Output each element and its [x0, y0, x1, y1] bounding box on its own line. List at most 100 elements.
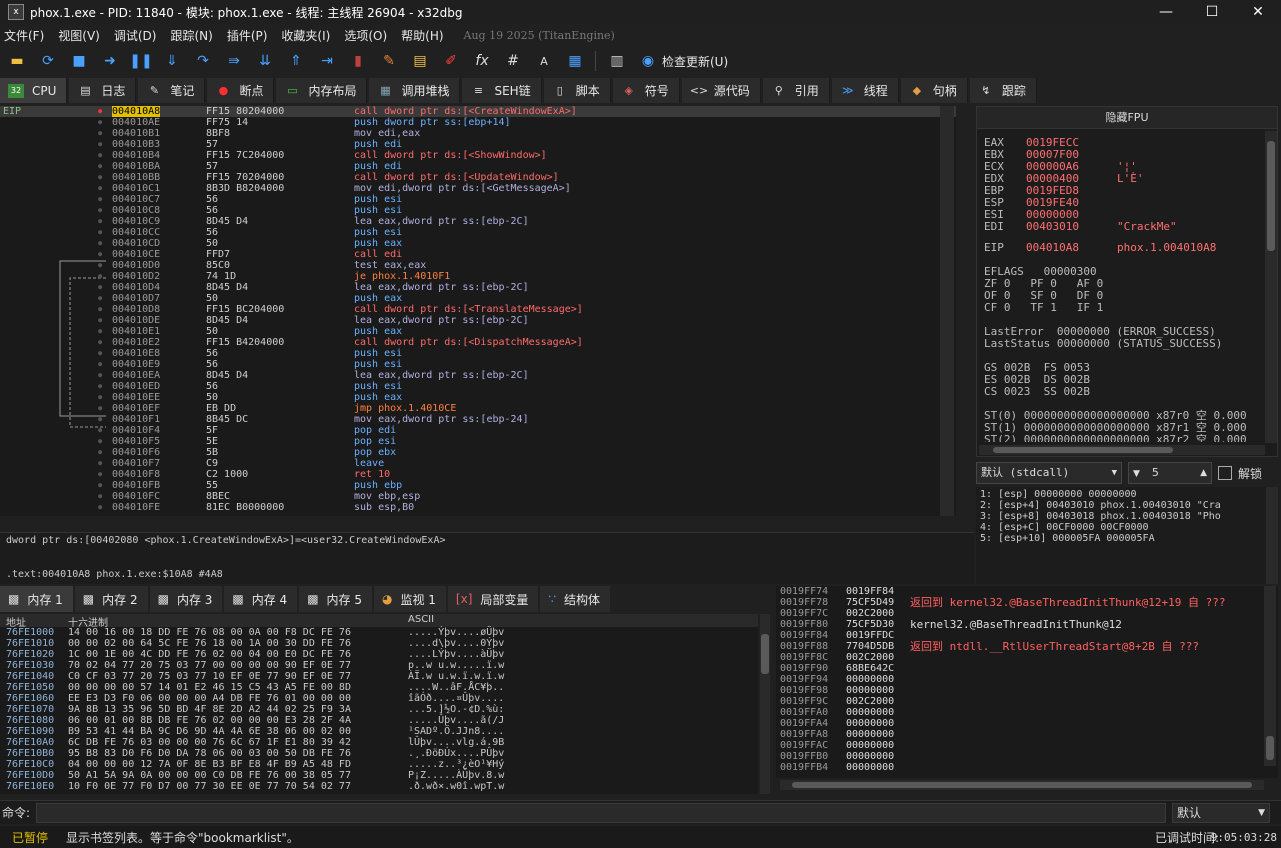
dump-row[interactable]: 76FE10D0 50 A1 5A 9A 0A 00 00 00 C0 DB FE…: [0, 770, 758, 781]
breakpoint-dot-icon[interactable]: ●: [98, 491, 102, 502]
disasm-row[interactable]: ● 004010AE FF75 14 push dword ptr ss:[ebp+1…: [0, 117, 956, 128]
stack-row[interactable]: 0019FF8C 002C2000: [776, 652, 1278, 663]
font-icon[interactable]: A: [533, 50, 555, 72]
breakpoint-dot-icon[interactable]: ●: [98, 183, 102, 194]
run-to-user-code-icon[interactable]: ⇥: [316, 50, 338, 72]
menu-view[interactable]: 视图(V): [58, 27, 100, 44]
maximize-button[interactable]: ☐: [1189, 0, 1235, 24]
menu-debug[interactable]: 调试(D): [114, 27, 157, 44]
dump-row[interactable]: 76FE1040 C0 CF 03 77 20 75 03 77 10 EF 0E…: [0, 671, 758, 682]
dump-row[interactable]: 76FE1030 70 02 04 77 20 75 03 77 00 00 00…: [0, 660, 758, 671]
disasm-row[interactable]: ● 004010B3 57 push edi: [0, 139, 956, 150]
breakpoint-dot-icon[interactable]: ●: [98, 216, 102, 227]
stack-arg-row[interactable]: 2: [esp+4] 00403010 phox.1.00403010 "Cra: [976, 500, 1278, 511]
arg-count-spinner[interactable]: ▼ 5 ▲: [1128, 462, 1212, 484]
breakpoint-dot-icon[interactable]: ●: [98, 403, 102, 414]
disasm-row[interactable]: ● 004010A8 FF15 80204000 call dword ptr ds:…: [0, 106, 956, 117]
breakpoint-dot-icon[interactable]: ●: [98, 502, 102, 513]
breakpoint-dot-icon[interactable]: ●: [98, 348, 102, 359]
dump-row[interactable]: 76FE1080 06 00 01 00 8B DB FE 76 02 00 00…: [0, 715, 758, 726]
disasm-row[interactable]: ● 004010BB FF15 70204000 call dword ptr ds:…: [0, 172, 956, 183]
dump-row[interactable]: 76FE10A0 6C DB FE 76 03 00 00 00 76 6C 67…: [0, 737, 758, 748]
disasm-row[interactable]: ● 004010F1 8B45 DC mov eax,dword ptr ss:[eb…: [0, 414, 956, 425]
disasm-row[interactable]: ● 004010C1 8B3D B8204000 mov edi,dword ptr …: [0, 183, 956, 194]
segment-row-3[interactable]: CS 0023 SS 002B: [984, 386, 1090, 398]
close-button[interactable]: ✕: [1235, 0, 1281, 24]
unlock-checkbox[interactable]: [1218, 466, 1232, 480]
menu-favourites[interactable]: 收藏夹(I): [281, 27, 330, 44]
dump-row[interactable]: 76FE1020 1C 00 1E 00 4C DD FE 76 02 00 04…: [0, 649, 758, 660]
breakpoint-dot-icon[interactable]: ●: [98, 128, 102, 139]
calculator-icon[interactable]: ▦: [564, 50, 586, 72]
tab-watch-1[interactable]: ◕ 监视 1: [373, 586, 446, 612]
disasm-row[interactable]: ● 004010FE 81EC B0000000 sub esp,B0: [0, 502, 956, 513]
dump-row[interactable]: 76FE10B0 95 B8 83 D0 F6 D0 DA 78 06 00 03…: [0, 748, 758, 759]
breakpoint-dot-icon[interactable]: ●: [98, 249, 102, 260]
stack-row[interactable]: 0019FF88 7704D5DB 返回到 ntdll.__RtlUserThrea…: [776, 641, 1278, 652]
tab-struct[interactable]: ∵ 结构体: [540, 586, 611, 612]
stack-arg-row[interactable]: 5: [esp+10] 000005FA 000005FA: [976, 533, 1278, 544]
tab-trace[interactable]: ↯ 跟踪: [969, 78, 1037, 103]
stack-row[interactable]: 0019FF78 75CF5D49 返回到 kernel32.@BaseThread…: [776, 597, 1278, 608]
breakpoint-dot-icon[interactable]: ●: [98, 458, 102, 469]
breakpoint-dot-icon[interactable]: ●: [98, 425, 102, 436]
function-icon[interactable]: fx: [471, 50, 493, 72]
stack-row[interactable]: 0019FF94 00000000: [776, 674, 1278, 685]
menu-help[interactable]: 帮助(H): [401, 27, 443, 44]
disasm-row[interactable]: ● 004010CC 56 push esi: [0, 227, 956, 238]
script-icon[interactable]: ▮: [347, 50, 369, 72]
disasm-row[interactable]: ● 004010D7 50 push eax: [0, 293, 956, 304]
disasm-row[interactable]: ● 004010C8 56 push esi: [0, 205, 956, 216]
step-over-icon[interactable]: ↷: [192, 50, 214, 72]
breakpoint-dot-icon[interactable]: ●: [98, 414, 102, 425]
breakpoint-dot-icon[interactable]: ●: [98, 260, 102, 271]
disasm-row[interactable]: ● 004010E1 50 push eax: [0, 326, 956, 337]
scroll-thumb[interactable]: [1267, 141, 1275, 251]
disasm-row[interactable]: ● 004010F6 5B pop ebx: [0, 447, 956, 458]
flags-row-3[interactable]: CF 0 TF 1 IF 1: [984, 302, 1103, 314]
breakpoint-dot-icon[interactable]: ●: [98, 370, 102, 381]
breakpoint-dot-icon[interactable]: ●: [98, 139, 102, 150]
stack-arguments[interactable]: 1: [esp] 00000000 00000000 2: [esp+4] 004…: [976, 487, 1278, 584]
disasm-row[interactable]: ● 004010F7 C9 leave: [0, 458, 956, 469]
breakpoint-dot-icon[interactable]: ●: [98, 238, 102, 249]
disasm-row[interactable]: ● 004010CD 50 push eax: [0, 238, 956, 249]
register-edi[interactable]: EDI 00403010 "CrackMe": [984, 221, 1177, 233]
breakpoint-dot-icon[interactable]: ●: [98, 337, 102, 348]
dump-row[interactable]: 76FE1090 B9 53 41 44 BA 9C D6 9D 4A 4A 6E…: [0, 726, 758, 737]
tab-seh[interactable]: ≡ SEH链: [462, 78, 542, 103]
tab-notes[interactable]: ✎ 笔记: [138, 78, 206, 103]
disasm-row[interactable]: ● 004010FB 55 push ebp: [0, 480, 956, 491]
stack-row[interactable]: 0019FFA0 00000000: [776, 707, 1278, 718]
dump-row[interactable]: 76FE1000 14 00 16 00 18 DD FE 76 08 00 0A…: [0, 627, 758, 638]
eip-register[interactable]: EIP 004010A8 phox.1.004010A8: [984, 242, 1216, 254]
menu-options[interactable]: 选项(O): [344, 27, 387, 44]
run-icon[interactable]: ➜: [99, 50, 121, 72]
disasm-row[interactable]: ● 004010C9 8D45 D4 lea eax,dword ptr ss:[eb…: [0, 216, 956, 227]
dump-row[interactable]: 76FE1050 00 00 00 00 57 14 01 E2 46 15 C5…: [0, 682, 758, 693]
dump-row[interactable]: 76FE1010 00 00 02 00 64 5C FE 76 18 00 1A…: [0, 638, 758, 649]
tab-locals[interactable]: [x] 局部变量: [447, 586, 539, 612]
tab-log[interactable]: ▤ 日志: [69, 78, 137, 103]
disasm-row[interactable]: ● 004010B1 8BF8 mov edi,eax: [0, 128, 956, 139]
dump-row[interactable]: 76FE10E0 10 F0 0E 77 F0 D7 00 77 30 EE 0E…: [0, 781, 758, 792]
open-folder-icon[interactable]: ▬: [6, 50, 28, 72]
breakpoint-dot-icon[interactable]: ●: [98, 106, 102, 117]
tab-references[interactable]: ⚲ 引用: [762, 78, 830, 103]
trace-over-icon[interactable]: ⇊: [254, 50, 276, 72]
tab-threads[interactable]: ≫ 线程: [831, 78, 899, 103]
disasm-row[interactable]: ● 004010E2 FF15 B4204000 call dword ptr ds:…: [0, 337, 956, 348]
dump-row[interactable]: 76FE1070 9A 8B 13 35 96 5D BD 4F 8E 2D A2…: [0, 704, 758, 715]
stack-arg-row[interactable]: 3: [esp+8] 00403018 phox.1.00403018 "Pho: [976, 511, 1278, 522]
stack-row[interactable]: 0019FFA4 00000000: [776, 718, 1278, 729]
menu-trace[interactable]: 跟踪(N): [170, 27, 212, 44]
stack-row[interactable]: 0019FF90 68BE642C: [776, 663, 1278, 674]
stop-icon[interactable]: ■: [68, 50, 90, 72]
check-update-button[interactable]: 检查更新(U): [662, 53, 728, 70]
stack-arg-row[interactable]: 1: [esp] 00000000 00000000: [976, 489, 1278, 500]
breakpoint-dot-icon[interactable]: ●: [98, 205, 102, 216]
breakpoint-dot-icon[interactable]: ●: [98, 359, 102, 370]
stack-row[interactable]: 0019FF98 00000000: [776, 685, 1278, 696]
breakpoint-dot-icon[interactable]: ●: [98, 381, 102, 392]
disasm-row[interactable]: ● 004010D4 8D45 D4 lea eax,dword ptr ss:[eb…: [0, 282, 956, 293]
